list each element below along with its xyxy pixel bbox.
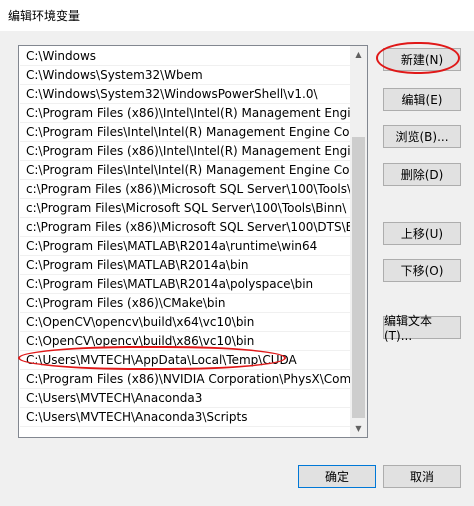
move-up-button[interactable]: 上移(U) — [383, 222, 461, 245]
path-list-item[interactable]: c:\Program Files\Microsoft SQL Server\10… — [20, 199, 351, 218]
path-list[interactable]: C:\Windows C:\Windows\System32\Wbem C:\Win… — [20, 47, 351, 436]
path-list-item[interactable]: C:\Program Files (x86)\CMake\bin — [20, 294, 351, 313]
annotation-circle-cuda-path — [18, 346, 286, 370]
path-list-item[interactable]: C:\Program Files\Intel\Intel(R) Manageme… — [20, 123, 351, 142]
path-list-item[interactable]: C:\Program Files (x86)\NVIDIA Corporatio… — [20, 370, 351, 389]
path-list-item[interactable]: C:\Windows — [20, 47, 351, 66]
scroll-thumb[interactable] — [352, 137, 365, 418]
cancel-button[interactable]: 取消 — [383, 465, 461, 488]
path-list-item[interactable]: C:\Program Files\MATLAB\R2014a\polyspace… — [20, 275, 351, 294]
chevron-down-icon[interactable]: ▼ — [350, 420, 367, 437]
vertical-scrollbar[interactable]: ▲ ▼ — [350, 46, 367, 437]
path-list-item[interactable]: C:\Windows\System32\WindowsPowerShell\v1… — [20, 85, 351, 104]
browse-button[interactable]: 浏览(B)... — [383, 125, 461, 148]
annotation-circle-new — [376, 42, 460, 74]
edit-text-button[interactable]: 编辑文本(T)... — [383, 314, 461, 343]
title-bar: 编辑环境变量 — [0, 0, 474, 31]
ok-button[interactable]: 确定 — [298, 465, 376, 488]
window-title: 编辑环境变量 — [8, 9, 81, 23]
chevron-up-icon[interactable]: ▲ — [350, 46, 367, 63]
delete-button[interactable]: 删除(D) — [383, 163, 461, 186]
path-list-item[interactable]: c:\Program Files (x86)\Microsoft SQL Ser… — [20, 218, 351, 237]
path-list-item[interactable]: C:\Program Files\MATLAB\R2014a\bin — [20, 256, 351, 275]
edit-button[interactable]: 编辑(E) — [383, 88, 461, 111]
path-list-item[interactable]: C:\Program Files\MATLAB\R2014a\runtime\w… — [20, 237, 351, 256]
move-down-button[interactable]: 下移(O) — [383, 259, 461, 282]
path-list-item[interactable]: C:\OpenCV\opencv\build\x64\vc10\bin — [20, 313, 351, 332]
path-list-item[interactable]: C:\Windows\System32\Wbem — [20, 66, 351, 85]
path-list-item[interactable]: C:\Program Files (x86)\Intel\Intel(R) Ma… — [20, 104, 351, 123]
path-list-item[interactable]: C:\Users\MVTECH\Anaconda3\Scripts — [20, 408, 351, 427]
path-list-item[interactable]: C:\Users\MVTECH\Anaconda3 — [20, 389, 351, 408]
path-list-item[interactable]: C:\Program Files\Intel\Intel(R) Manageme… — [20, 161, 351, 180]
path-list-item[interactable]: c:\Program Files (x86)\Microsoft SQL Ser… — [20, 180, 351, 199]
path-list-box[interactable]: C:\Windows C:\Windows\System32\Wbem C:\Win… — [18, 45, 368, 438]
path-list-item[interactable]: C:\Program Files (x86)\Intel\Intel(R) Ma… — [20, 142, 351, 161]
